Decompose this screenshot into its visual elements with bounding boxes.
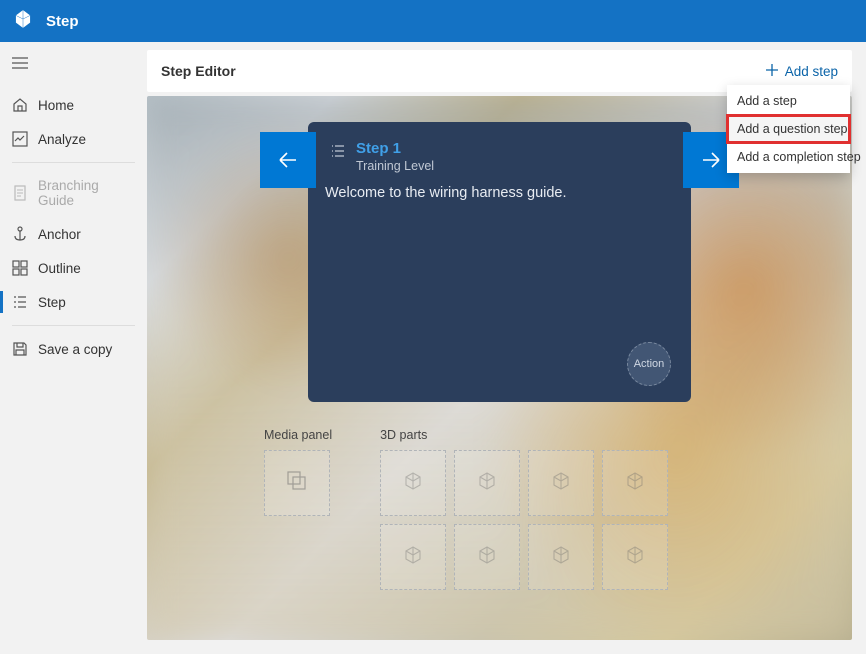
sidebar-item-save-copy[interactable]: Save a copy xyxy=(0,332,147,366)
list-icon xyxy=(12,294,28,310)
part-slot[interactable] xyxy=(454,524,520,590)
editor-title: Step Editor xyxy=(161,63,236,79)
sidebar-item-label: Branching Guide xyxy=(38,178,135,208)
step-subtitle: Training Level xyxy=(356,159,434,173)
app-title: Step xyxy=(46,13,79,30)
sidebar-item-branching-guide[interactable]: Branching Guide xyxy=(0,169,147,217)
dropdown-item-add-completion-step[interactable]: Add a completion step xyxy=(727,143,850,171)
document-icon xyxy=(12,185,28,201)
cube-icon xyxy=(403,545,423,570)
save-icon xyxy=(12,341,28,357)
sidebar-item-label: Save a copy xyxy=(38,342,112,357)
part-slot[interactable] xyxy=(602,450,668,516)
sidebar-item-analyze[interactable]: Analyze xyxy=(0,122,147,156)
parts-panel-label: 3D parts xyxy=(380,428,668,442)
part-slot[interactable] xyxy=(380,524,446,590)
cube-icon xyxy=(551,545,571,570)
part-slot[interactable] xyxy=(528,450,594,516)
analyze-icon xyxy=(12,131,28,147)
media-panel-label: Media panel xyxy=(264,428,332,442)
dropdown-item-add-step[interactable]: Add a step xyxy=(727,87,850,115)
cube-icon xyxy=(403,471,423,496)
media-slot[interactable] xyxy=(264,450,330,516)
part-slot[interactable] xyxy=(380,450,446,516)
sidebar: Home Analyze Branching Guide Anchor Outl… xyxy=(0,42,147,654)
hamburger-icon[interactable] xyxy=(0,50,147,80)
sidebar-item-label: Outline xyxy=(38,261,81,276)
app-logo-icon xyxy=(12,8,34,35)
numbered-list-icon xyxy=(330,143,346,164)
sidebar-item-label: Analyze xyxy=(38,132,86,147)
step-title: Step 1 xyxy=(356,140,434,157)
sidebar-item-label: Anchor xyxy=(38,227,81,242)
cube-icon xyxy=(551,471,571,496)
home-icon xyxy=(12,97,28,113)
canvas: Step 1 Training Level Welcome to the wir… xyxy=(147,96,852,640)
media-icon xyxy=(286,470,308,497)
add-step-dropdown: Add a step Add a question step Add a com… xyxy=(727,85,850,173)
sidebar-item-label: Home xyxy=(38,98,74,113)
cube-icon xyxy=(625,545,645,570)
cube-icon xyxy=(477,545,497,570)
sidebar-item-anchor[interactable]: Anchor xyxy=(0,217,147,251)
cube-icon xyxy=(625,471,645,496)
plus-icon xyxy=(765,63,779,80)
add-step-label: Add step xyxy=(785,64,838,79)
step-card: Step 1 Training Level Welcome to the wir… xyxy=(308,122,691,402)
grid-icon xyxy=(12,260,28,276)
sidebar-item-label: Step xyxy=(38,295,66,310)
part-slot[interactable] xyxy=(602,524,668,590)
part-slot[interactable] xyxy=(454,450,520,516)
anchor-icon xyxy=(12,226,28,242)
sidebar-item-step[interactable]: Step xyxy=(0,285,147,319)
add-step-button[interactable]: Add step xyxy=(765,63,838,80)
cube-icon xyxy=(477,471,497,496)
action-label: Action xyxy=(634,358,665,370)
sidebar-item-outline[interactable]: Outline xyxy=(0,251,147,285)
action-badge[interactable]: Action xyxy=(627,342,671,386)
prev-step-button[interactable] xyxy=(260,132,316,188)
step-content[interactable]: Welcome to the wiring harness guide. xyxy=(325,185,669,201)
part-slot[interactable] xyxy=(528,524,594,590)
dropdown-item-add-question-step[interactable]: Add a question step xyxy=(727,115,850,143)
sidebar-item-home[interactable]: Home xyxy=(0,88,147,122)
